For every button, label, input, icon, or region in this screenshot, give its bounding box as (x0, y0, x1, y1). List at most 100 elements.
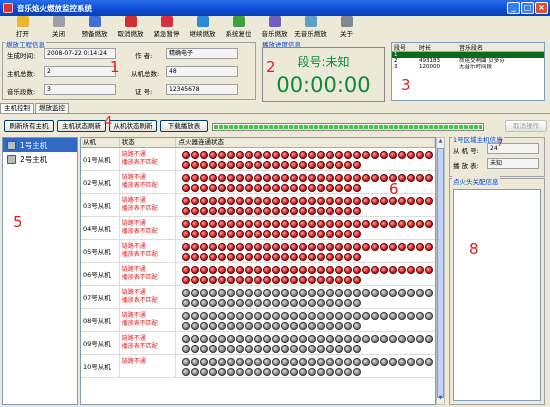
igniter-indicator[interactable] (209, 368, 218, 376)
igniter-indicator[interactable] (209, 230, 218, 238)
igniter-indicator[interactable] (344, 312, 353, 320)
table-row[interactable]: 06号从机 链路不通 播放表不匹配 (81, 263, 435, 286)
igniter-indicator[interactable] (227, 151, 236, 159)
igniter-indicator[interactable] (263, 243, 272, 251)
igniter-indicator[interactable] (344, 220, 353, 228)
igniter-indicator[interactable] (263, 289, 272, 297)
igniter-indicator[interactable] (290, 335, 299, 343)
igniter-indicator[interactable] (398, 174, 407, 182)
slave-status-refresh-button[interactable]: 从机状态刷新 (109, 120, 157, 132)
igniter-indicator[interactable] (407, 174, 416, 182)
igniter-indicator[interactable] (281, 220, 290, 228)
igniter-indicator[interactable] (326, 230, 335, 238)
igniter-indicator[interactable] (245, 207, 254, 215)
igniter-indicator[interactable] (227, 335, 236, 343)
igniter-indicator[interactable] (362, 312, 371, 320)
igniter-indicator[interactable] (272, 299, 281, 307)
igniter-indicator[interactable] (344, 266, 353, 274)
igniter-indicator[interactable] (182, 151, 191, 159)
host-item-2[interactable]: 2号主机 (3, 152, 77, 166)
igniter-indicator[interactable] (371, 197, 380, 205)
toolbar-button-close-file[interactable]: 关闭 (42, 16, 75, 38)
igniter-indicator[interactable] (245, 197, 254, 205)
igniter-indicator[interactable] (263, 345, 272, 353)
igniter-indicator[interactable] (245, 368, 254, 376)
table-row[interactable]: 01号从机 链路不通 播放表不匹配 (81, 148, 435, 171)
igniter-indicator[interactable] (227, 243, 236, 251)
igniter-indicator[interactable] (362, 151, 371, 159)
igniter-indicator[interactable] (425, 266, 434, 274)
igniter-indicator[interactable] (236, 312, 245, 320)
igniter-indicator[interactable] (182, 322, 191, 330)
igniter-indicator[interactable] (290, 174, 299, 182)
igniter-indicator[interactable] (272, 151, 281, 159)
igniter-indicator[interactable] (209, 161, 218, 169)
igniter-indicator[interactable] (290, 368, 299, 376)
igniter-indicator[interactable] (398, 358, 407, 366)
igniter-indicator[interactable] (326, 312, 335, 320)
igniter-indicator[interactable] (200, 230, 209, 238)
igniter-indicator[interactable] (245, 253, 254, 261)
igniter-indicator[interactable] (326, 207, 335, 215)
igniter-indicator[interactable] (299, 197, 308, 205)
igniter-indicator[interactable] (218, 266, 227, 274)
igniter-indicator[interactable] (263, 220, 272, 228)
igniter-indicator[interactable] (308, 322, 317, 330)
igniter-indicator[interactable] (389, 266, 398, 274)
igniter-indicator[interactable] (218, 368, 227, 376)
igniter-indicator[interactable] (353, 368, 362, 376)
igniter-indicator[interactable] (281, 299, 290, 307)
toolbar-button-cancel[interactable]: 取消燃放 (114, 16, 147, 38)
igniter-indicator[interactable] (317, 368, 326, 376)
igniter-indicator[interactable] (281, 358, 290, 366)
igniter-indicator[interactable] (335, 358, 344, 366)
igniter-indicator[interactable] (182, 184, 191, 192)
igniter-indicator[interactable] (281, 174, 290, 182)
igniter-indicator[interactable] (326, 161, 335, 169)
igniter-indicator[interactable] (254, 230, 263, 238)
igniter-indicator[interactable] (263, 184, 272, 192)
igniter-indicator[interactable] (218, 230, 227, 238)
igniter-indicator[interactable] (272, 220, 281, 228)
igniter-indicator[interactable] (353, 161, 362, 169)
igniter-indicator[interactable] (236, 151, 245, 159)
list-item[interactable]: 3 120000 无音乐时间段 (392, 64, 544, 70)
igniter-indicator[interactable] (371, 335, 380, 343)
igniter-indicator[interactable] (272, 174, 281, 182)
igniter-indicator[interactable] (416, 289, 425, 297)
igniter-indicator[interactable] (245, 220, 254, 228)
scroll-thumb[interactable] (437, 148, 444, 398)
igniter-indicator[interactable] (245, 358, 254, 366)
igniter-indicator[interactable] (245, 322, 254, 330)
igniter-indicator[interactable] (398, 197, 407, 205)
igniter-indicator[interactable] (236, 230, 245, 238)
igniter-indicator[interactable] (182, 335, 191, 343)
igniter-indicator[interactable] (308, 230, 317, 238)
igniter-indicator[interactable] (362, 335, 371, 343)
igniter-indicator[interactable] (335, 368, 344, 376)
igniter-indicator[interactable] (317, 335, 326, 343)
igniter-indicator[interactable] (389, 289, 398, 297)
igniter-indicator[interactable] (389, 358, 398, 366)
igniter-indicator[interactable] (380, 243, 389, 251)
igniter-indicator[interactable] (344, 174, 353, 182)
igniter-indicator[interactable] (353, 220, 362, 228)
igniter-indicator[interactable] (218, 151, 227, 159)
igniter-indicator[interactable] (272, 253, 281, 261)
igniter-indicator[interactable] (209, 184, 218, 192)
igniter-indicator[interactable] (245, 335, 254, 343)
igniter-indicator[interactable] (236, 161, 245, 169)
igniter-indicator[interactable] (236, 345, 245, 353)
igniter-indicator[interactable] (200, 368, 209, 376)
igniter-indicator[interactable] (407, 358, 416, 366)
igniter-indicator[interactable] (317, 243, 326, 251)
igniter-indicator[interactable] (254, 243, 263, 251)
maximize-button[interactable]: □ (521, 2, 534, 14)
igniter-indicator[interactable] (308, 197, 317, 205)
igniter-indicator[interactable] (245, 230, 254, 238)
igniter-indicator[interactable] (182, 289, 191, 297)
igniter-indicator[interactable] (326, 266, 335, 274)
igniter-indicator[interactable] (263, 312, 272, 320)
igniter-indicator[interactable] (371, 358, 380, 366)
toolbar-button-prepare[interactable]: 预备燃放 (78, 16, 111, 38)
